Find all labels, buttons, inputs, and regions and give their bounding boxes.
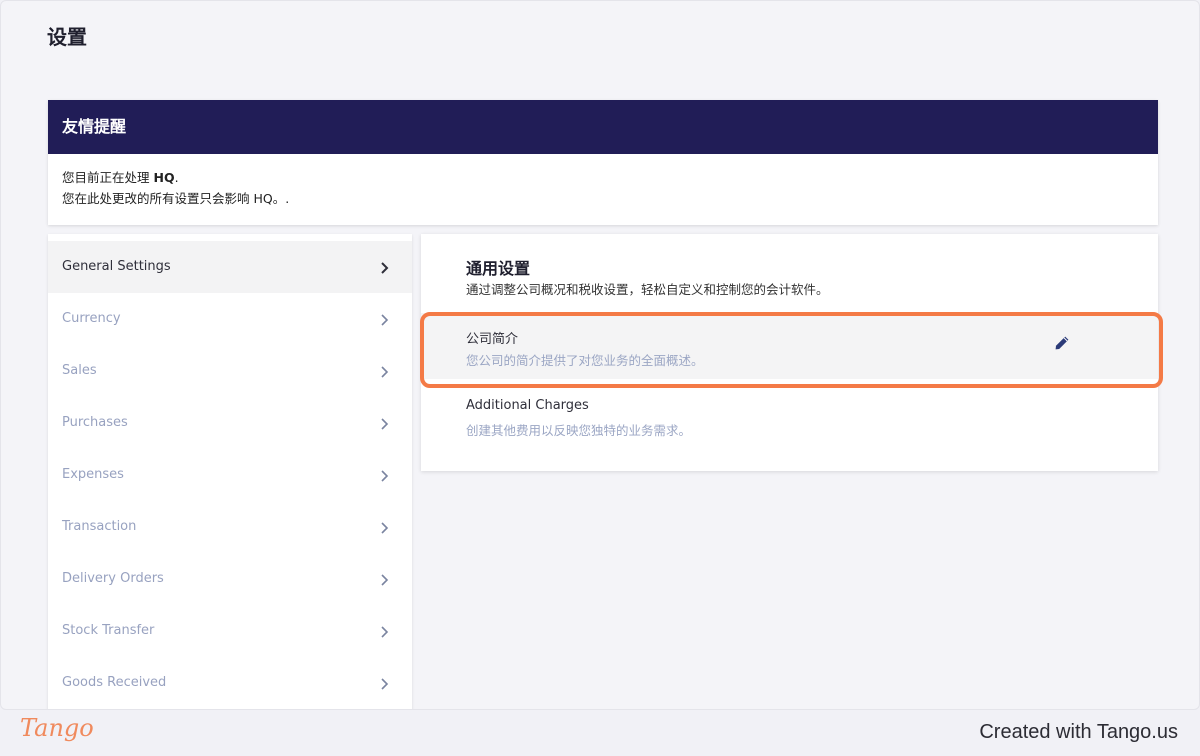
sidebar-item-sales[interactable]: Sales [48, 345, 412, 397]
row-description: 创建其他费用以反映您独特的业务需求。 [466, 423, 692, 438]
sidebar-item-delivery-orders[interactable]: Delivery Orders [48, 553, 412, 605]
pencil-icon[interactable] [1054, 335, 1070, 351]
sidebar-item-general-settings[interactable]: General Settings [48, 241, 412, 293]
sidebar-item-label: Currency [62, 311, 121, 326]
row-title: 公司简介 [466, 332, 519, 347]
panel-description: 通过调整公司概况和税收设置，轻松自定义和控制您的会计软件。 [466, 282, 829, 297]
sidebar-item-label: Goods Received [62, 675, 167, 690]
notice-card: 友情提醒 您目前正在处理 HQ. 您在此处更改的所有设置只会影响 HQ。. [48, 100, 1158, 225]
chevron-right-icon [380, 241, 390, 293]
chevron-right-icon [380, 345, 390, 397]
app-window: 设置 友情提醒 您目前正在处理 HQ. 您在此处更改的所有设置只会影响 HQ。.… [0, 0, 1200, 710]
sidebar-item-label: Delivery Orders [62, 571, 164, 586]
sidebar-item-label: Transaction [62, 519, 137, 534]
sidebar-item-stock-transfer[interactable]: Stock Transfer [48, 605, 412, 657]
chevron-right-icon [380, 605, 390, 657]
sidebar-item-expenses[interactable]: Expenses [48, 449, 412, 501]
company-profile-row[interactable]: 公司简介 您公司的简介提供了对您业务的全面概述。 [421, 313, 1158, 379]
chevron-right-icon [380, 501, 390, 553]
notice-body: 您目前正在处理 HQ. 您在此处更改的所有设置只会影响 HQ。. [48, 154, 1158, 209]
sidebar-item-label: Expenses [62, 467, 124, 482]
chevron-right-icon [380, 293, 390, 345]
row-title: Additional Charges [466, 398, 589, 413]
notice-location: HQ [153, 170, 175, 185]
footer-bar: Tango Created with Tango.us [0, 710, 1200, 756]
settings-sidebar: General Settings Currency Sales Purchase… [48, 234, 412, 709]
chevron-right-icon [380, 553, 390, 605]
sidebar-item-goods-received[interactable]: Goods Received [48, 657, 412, 709]
sidebar-item-label: Stock Transfer [62, 623, 155, 638]
sidebar-item-transaction[interactable]: Transaction [48, 501, 412, 553]
sidebar-item-purchases[interactable]: Purchases [48, 397, 412, 449]
sidebar-item-label: General Settings [62, 259, 171, 274]
chevron-right-icon [380, 397, 390, 449]
notice-line-1-prefix: 您目前正在处理 [62, 170, 154, 185]
notice-header: 友情提醒 [48, 100, 1158, 154]
tango-logo: Tango [20, 714, 94, 742]
panel-title: 通用设置 [466, 259, 531, 278]
notice-line-1-suffix: . [174, 170, 179, 185]
notice-line-1: 您目前正在处理 HQ. [62, 167, 1144, 188]
sidebar-item-label: Purchases [62, 415, 128, 430]
footer-credit: Created with Tango.us [979, 721, 1178, 743]
sidebar-item-currency[interactable]: Currency [48, 293, 412, 345]
page-title: 设置 [47, 25, 87, 49]
row-description: 您公司的简介提供了对您业务的全面概述。 [466, 353, 704, 368]
general-settings-panel: 通用设置 通过调整公司概况和税收设置，轻松自定义和控制您的会计软件。 公司简介 … [421, 234, 1158, 471]
sidebar-item-label: Sales [62, 363, 97, 378]
notice-line-2: 您在此处更改的所有设置只会影响 HQ。. [62, 191, 290, 206]
chevron-right-icon [380, 449, 390, 501]
chevron-right-icon [380, 657, 390, 709]
additional-charges-row[interactable]: Additional Charges 创建其他费用以反映您独特的业务需求。 [421, 383, 1158, 449]
